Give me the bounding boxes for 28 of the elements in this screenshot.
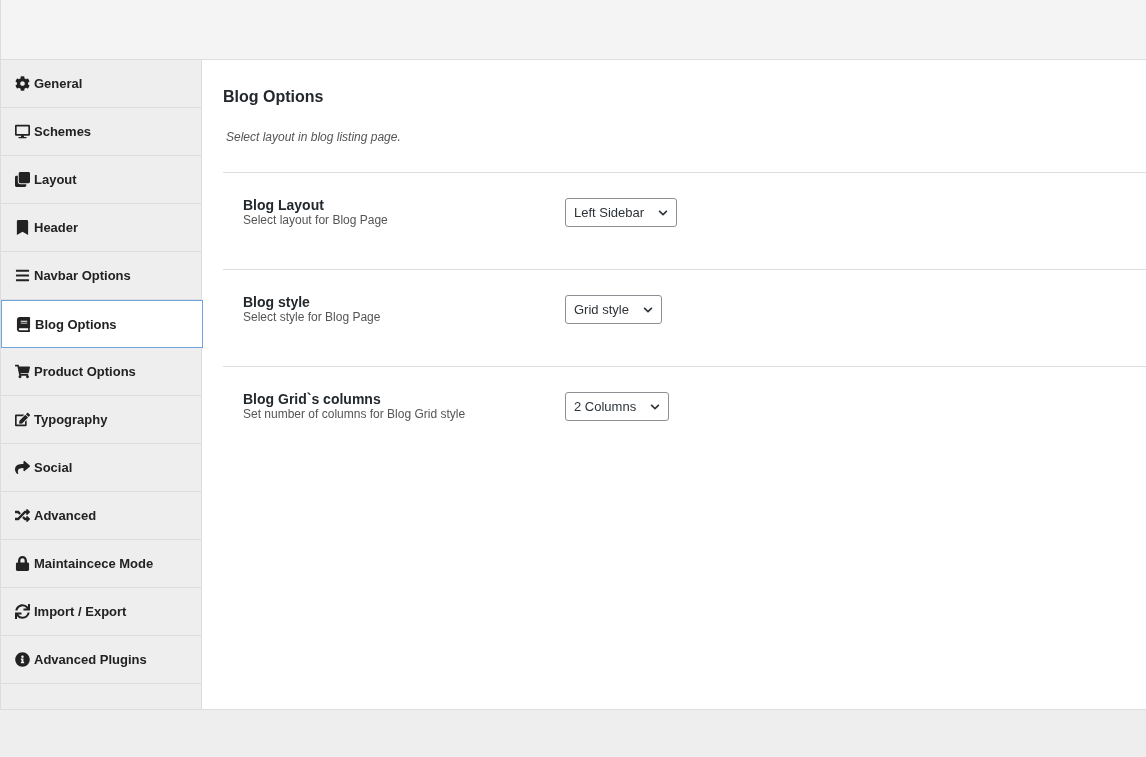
bookmark-icon xyxy=(15,220,30,235)
option-label: Blog style xyxy=(243,294,311,310)
option-hint: Set number of columns for Blog Grid style xyxy=(243,407,467,421)
monitor-icon xyxy=(15,124,30,139)
copy-icon xyxy=(15,172,30,187)
option-label: Blog Grid`s columns xyxy=(243,391,382,407)
select-dropdown[interactable]: 2 Columns xyxy=(565,392,670,421)
gear-icon xyxy=(15,76,30,91)
select-dropdown[interactable]: Grid style xyxy=(565,295,662,324)
lock-icon xyxy=(15,556,30,571)
chevron-icon xyxy=(642,304,653,315)
option-label: Blog Layout xyxy=(243,197,325,213)
refresh-icon xyxy=(15,604,30,619)
book-icon xyxy=(16,316,31,332)
menu-icon xyxy=(15,268,30,283)
section-description: Select layout in blog listing page. xyxy=(226,130,402,144)
cart-icon xyxy=(15,364,30,379)
section-title: Blog Options xyxy=(223,88,325,106)
edit-icon xyxy=(15,412,30,427)
chevron-icon xyxy=(658,207,669,218)
select-dropdown[interactable]: Left Sidebar xyxy=(565,198,678,227)
sidebar-item[interactable]: Blog Options xyxy=(1,300,203,348)
shuffle-icon xyxy=(15,508,30,523)
info-icon xyxy=(15,652,30,667)
chevron-icon xyxy=(650,401,661,412)
share-icon xyxy=(15,460,30,475)
option-hint: Select layout for Blog Page xyxy=(243,213,389,227)
option-hint: Select style for Blog Page xyxy=(243,310,382,324)
